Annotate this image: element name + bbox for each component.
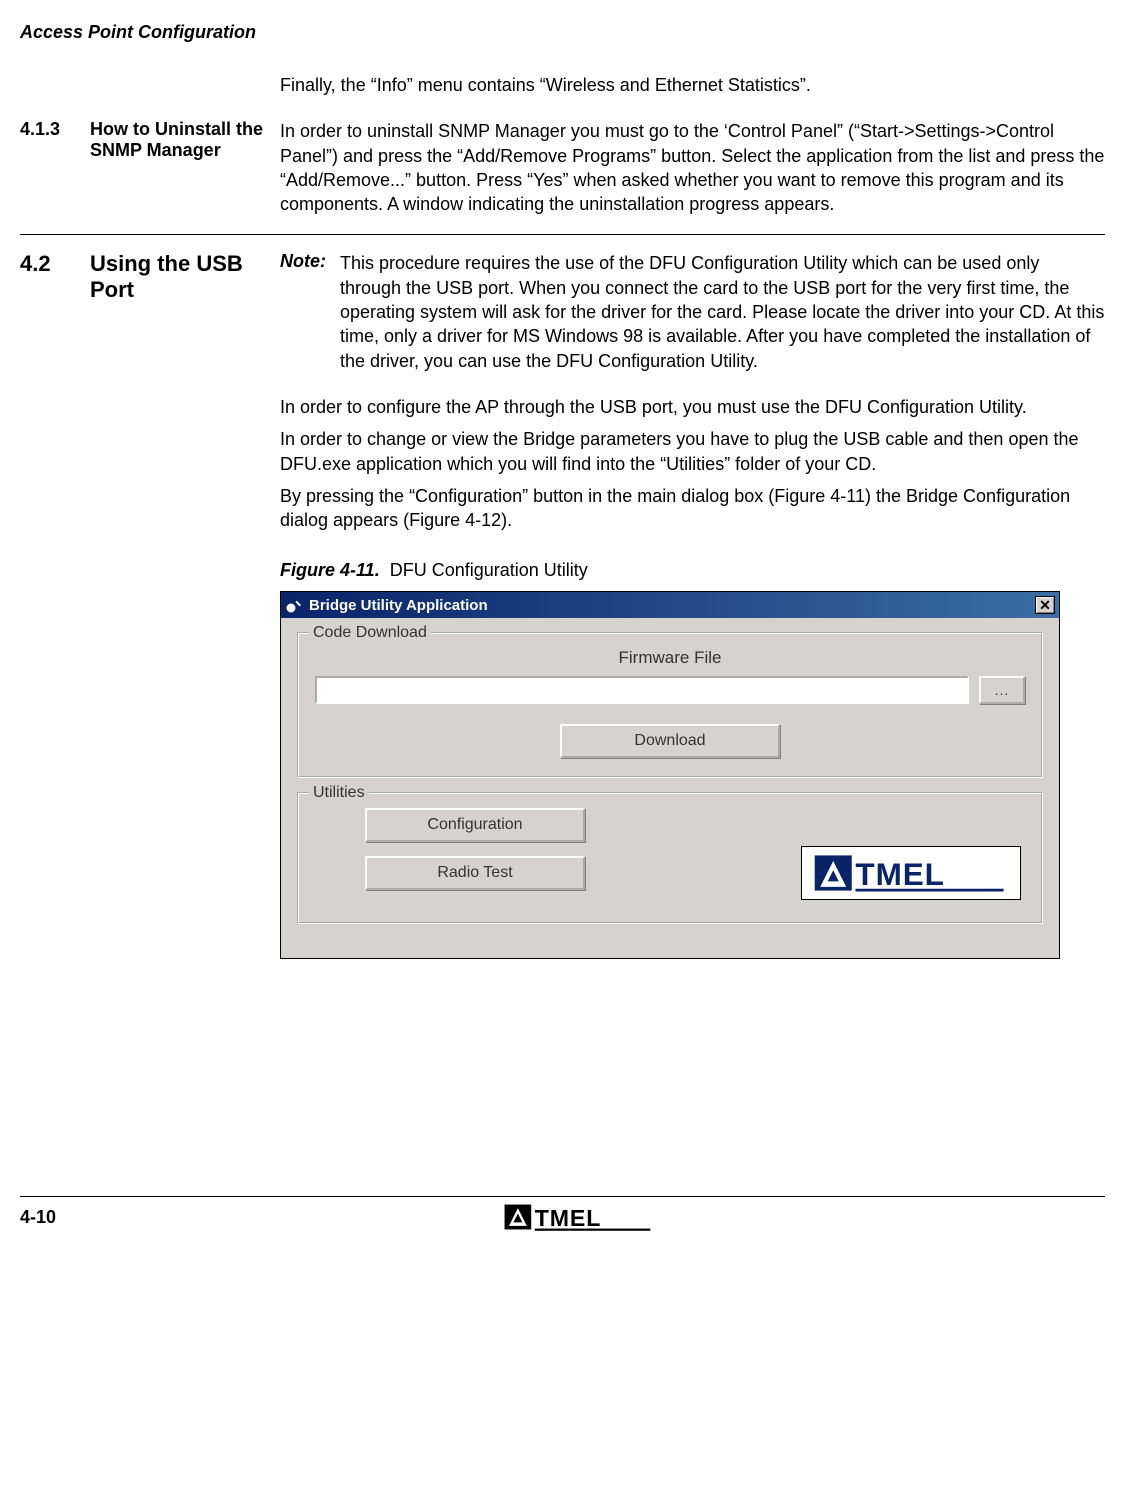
firmware-file-label: Firmware File — [315, 648, 1025, 668]
section-42-heading: 4.2Using the USB Port — [20, 251, 280, 959]
left-margin-empty — [20, 73, 280, 105]
close-icon: ✕ — [1039, 597, 1051, 614]
section-413-body: In order to uninstall SNMP Manager you m… — [280, 119, 1105, 216]
svg-text:TMEL: TMEL — [534, 1205, 600, 1231]
page-number: 4-10 — [20, 1207, 56, 1228]
section-divider — [20, 234, 1105, 235]
section-number: 4.1.3 — [20, 119, 90, 140]
atmel-logo-box: TMEL — [659, 808, 1025, 904]
section-title: Using the USB Port — [90, 251, 270, 303]
figure-label: Figure 4-11. — [280, 560, 380, 580]
section-title: How to Uninstall the SNMP Manager — [90, 119, 270, 161]
group-utilities: Utilities Configuration Radio Test — [297, 792, 1043, 924]
intro-paragraph: Finally, the “Info” menu contains “Wirel… — [280, 73, 1105, 97]
app-icon — [285, 596, 303, 614]
footer-rule — [20, 1196, 1105, 1197]
group-legend: Utilities — [309, 784, 369, 802]
dialog-title: Bridge Utility Application — [309, 597, 1035, 614]
figure-caption-text: DFU Configuration Utility — [390, 560, 588, 580]
section-42-p1: In order to configure the AP through the… — [280, 395, 1105, 419]
dialog-titlebar[interactable]: Bridge Utility Application ✕ — [281, 592, 1059, 618]
section-413-heading: 4.1.3How to Uninstall the SNMP Manager — [20, 119, 280, 216]
close-button[interactable]: ✕ — [1035, 596, 1055, 614]
note-block: Note: This procedure requires the use of… — [280, 251, 1105, 372]
radio-test-button[interactable]: Radio Test — [365, 856, 585, 890]
dialog-body: Code Download Firmware File ... Download… — [281, 618, 1059, 958]
section-42-p2: In order to change or view the Bridge pa… — [280, 427, 1105, 476]
download-button[interactable]: Download — [560, 724, 780, 758]
footer-logo: TMEL — [56, 1199, 1105, 1235]
running-head: Access Point Configuration — [20, 22, 1105, 43]
figure-caption: Figure 4-11. DFU Configuration Utility — [280, 560, 1105, 581]
group-legend: Code Download — [309, 624, 431, 642]
section-42-p3: By pressing the “Configuration” button i… — [280, 484, 1105, 533]
svg-text:TMEL: TMEL — [855, 857, 944, 892]
dialog-window: Bridge Utility Application ✕ Code Downlo… — [280, 591, 1060, 959]
configuration-button[interactable]: Configuration — [365, 808, 585, 842]
group-code-download: Code Download Firmware File ... Download — [297, 632, 1043, 778]
firmware-file-input[interactable] — [315, 676, 969, 704]
note-body: This procedure requires the use of the D… — [340, 251, 1105, 372]
note-label: Note: — [280, 251, 340, 372]
atmel-logo: TMEL — [801, 846, 1021, 900]
browse-button[interactable]: ... — [979, 676, 1025, 704]
section-number: 4.2 — [20, 251, 90, 277]
